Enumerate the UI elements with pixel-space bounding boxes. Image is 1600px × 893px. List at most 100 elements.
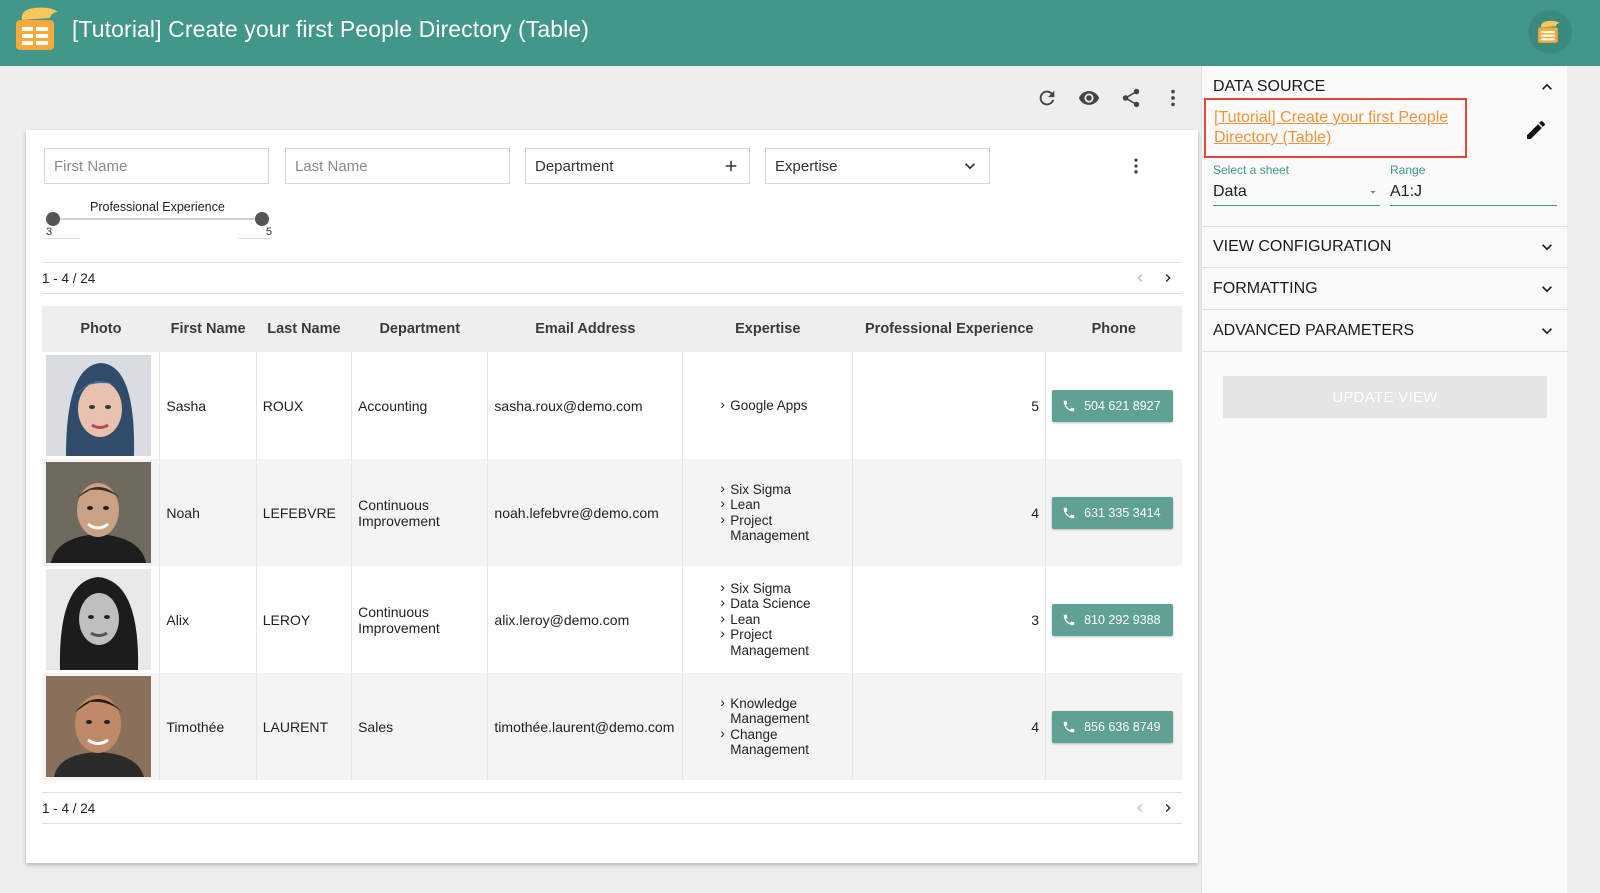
table-row[interactable]: Noah LEFEBVRE Continuous Improvement noa… [42,459,1182,566]
phone-cell: 810 292 9388 [1046,566,1182,673]
photo-cell [42,673,161,780]
card-menu-button[interactable] [1126,154,1146,178]
chevron-right-icon[interactable] [1160,800,1176,816]
phone-cell: 504 621 8927 [1046,352,1182,459]
department-filter[interactable]: Department [525,148,750,184]
chevron-down-icon [1542,285,1552,292]
expertise-cell: Six Sigma Data Science Lean Project Mana… [682,566,854,673]
pagination-top: 1 - 4 / 24 [42,262,1182,294]
pagination-text: 1 - 4 / 24 [42,270,96,286]
first-name-cell: Timothée [159,673,257,780]
update-view-button[interactable]: UPDATE VIEW [1223,376,1547,418]
advanced-parameters-title: ADVANCED PARAMETERS [1213,321,1415,339]
col-photo[interactable]: Photo [42,306,160,352]
col-department[interactable]: Department [351,306,488,352]
col-phone[interactable]: Phone [1045,306,1182,352]
app-header: [Tutorial] Create your first People Dire… [0,0,1600,66]
table-row[interactable]: Alix LEROY Continuous Improvement alix.l… [42,566,1182,673]
more-options-button[interactable] [1161,86,1185,110]
col-expertise[interactable]: Expertise [682,306,853,352]
slider-max-value: 5 [238,226,272,239]
phone-icon [1063,400,1075,411]
people-table: Photo First Name Last Name Department Em… [42,306,1182,780]
photo-cell [42,566,161,673]
phone-cell: 856 636 8749 [1045,673,1182,780]
person-photo [46,355,151,456]
chevron-right-icon[interactable] [1160,270,1176,286]
phone-number: 856 636 8749 [1084,719,1161,734]
sheet-select[interactable]: Data [1213,178,1380,206]
slider-max-handle[interactable] [255,212,269,226]
email-cell: sasha.roux@demo.com [487,352,684,459]
expertise-cell: Google Apps [682,352,854,459]
photo-cell [42,459,161,566]
share-icon [1122,88,1140,108]
chevron-left-icon[interactable] [1132,270,1148,286]
call-button[interactable]: 631 335 3414 [1052,496,1174,529]
chevron-left-icon[interactable] [1132,800,1148,816]
expertise-item: Data Science [720,595,846,612]
account-avatar[interactable] [1530,12,1570,52]
expertise-item: Change Management [720,726,846,758]
experience-slider-track[interactable] [54,218,264,220]
department-cell: Continuous Improvement [351,566,489,673]
table-header-row: Photo First Name Last Name Department Em… [42,306,1182,352]
first-name-cell: Sasha [159,352,257,459]
phone-icon [1063,614,1075,625]
expertise-item: Project Management [720,512,846,544]
pagination-text: 1 - 4 / 24 [42,800,96,816]
email-cell: alix.leroy@demo.com [487,566,684,673]
person-photo [46,462,151,563]
app-logo-icon[interactable] [14,6,64,52]
table-row[interactable]: Sasha ROUX Accounting sasha.roux@demo.co… [42,352,1182,459]
call-button[interactable]: 504 621 8927 [1052,389,1174,422]
formatting-header[interactable]: FORMATTING [1202,268,1568,310]
first-name-filter[interactable]: First Name [44,148,269,184]
slider-min-handle[interactable] [46,212,60,226]
advanced-parameters-header[interactable]: ADVANCED PARAMETERS [1202,310,1568,352]
pagination-bottom: 1 - 4 / 24 [42,792,1182,824]
chevron-up-icon [1542,83,1552,90]
col-last-name[interactable]: Last Name [256,306,352,352]
col-email[interactable]: Email Address [487,306,683,352]
view-configuration-header[interactable]: VIEW CONFIGURATION [1202,226,1568,268]
col-first-name[interactable]: First Name [159,306,257,352]
table-row[interactable]: Timothée LAURENT Sales timothée.laurent@… [42,673,1182,780]
data-source-highlight: [Tutorial] Create your first People Dire… [1204,98,1467,158]
person-photo [46,676,151,777]
data-source-link[interactable]: [Tutorial] Create your first People Dire… [1214,109,1448,146]
expertise-item: Lean [720,496,846,513]
expertise-filter[interactable]: Expertise [765,148,990,184]
app-logo-small-icon [1538,20,1560,43]
dropdown-arrow-icon [1370,190,1376,194]
share-button[interactable] [1119,86,1143,110]
eye-icon [1078,91,1100,105]
last-name-filter[interactable]: Last Name [285,148,510,184]
first-name-cell: Alix [159,566,257,673]
department-cell: Continuous Improvement [351,459,489,566]
col-experience[interactable]: Professional Experience [852,306,1046,352]
refresh-button[interactable] [1035,86,1059,110]
expertise-item: Six Sigma [720,481,846,498]
slider-min-value: 3 [46,226,80,239]
chevron-down-icon [965,163,975,170]
phone-cell: 631 335 3414 [1045,459,1182,566]
expertise-item: Google Apps [720,397,846,414]
expertise-item: Project Management [720,626,846,658]
department-cell: Accounting [351,352,489,459]
call-button[interactable]: 810 292 9388 [1052,603,1174,636]
chevron-down-icon [1542,244,1552,251]
experience-cell: 5 [852,352,1047,459]
department-filter-label: Department [535,157,614,175]
preview-button[interactable] [1077,86,1101,110]
experience-cell: 4 [852,673,1047,780]
range-input[interactable]: A1:J [1390,178,1557,206]
last-name-cell: LEROY [256,566,353,673]
refresh-icon [1039,90,1055,106]
pencil-icon[interactable] [1524,118,1548,142]
sheet-label: Select a sheet [1213,163,1290,177]
call-button[interactable]: 856 636 8749 [1052,710,1174,743]
phone-icon [1063,507,1075,518]
directory-card: First Name Last Name Department Expertis… [26,130,1198,863]
expertise-item: Knowledge Management [720,695,846,727]
